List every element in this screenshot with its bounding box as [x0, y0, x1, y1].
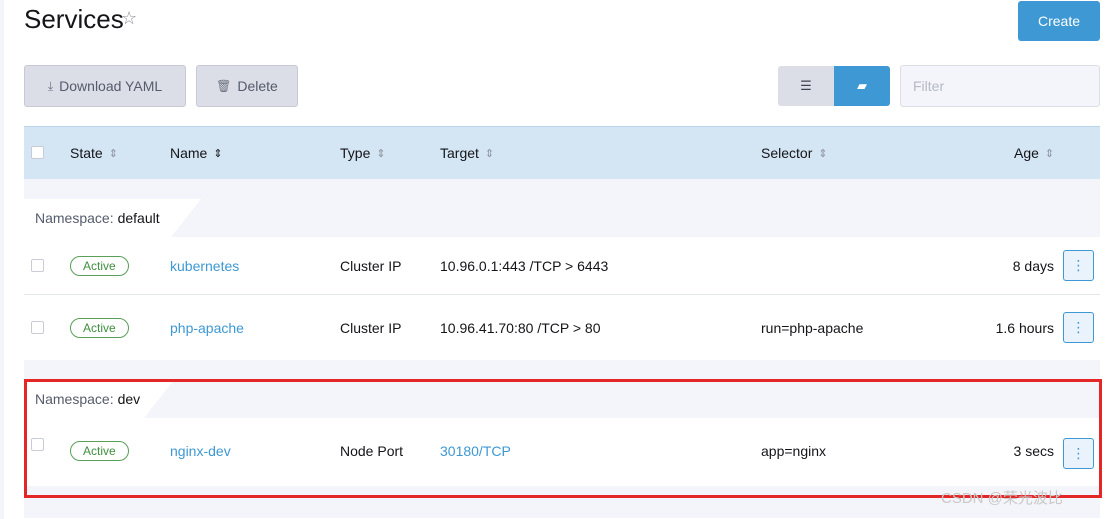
- service-selector: run=php-apache: [761, 320, 864, 336]
- status-badge: Active: [70, 441, 129, 461]
- service-name-link[interactable]: php-apache: [170, 295, 244, 361]
- download-yaml-label: Download YAML: [59, 78, 163, 94]
- download-icon: ⤓: [47, 78, 54, 93]
- trash-icon: 🗑: [216, 79, 232, 93]
- service-target: 10.96.41.70:80 /TCP > 80: [440, 320, 601, 336]
- table-header: State ⇕ Name ⇕ Type ⇕ Target ⇕ Selector …: [24, 126, 1100, 179]
- table-row: Active nginx-dev Node Port 30180/TCP app…: [24, 418, 1100, 486]
- column-header-type[interactable]: Type ⇕: [340, 145, 386, 161]
- page-title: Services: [24, 4, 124, 34]
- namespace-group-default: Namespace: default: [24, 199, 201, 237]
- service-name-link[interactable]: nginx-dev: [170, 418, 231, 486]
- kebab-menu-icon: ⋮: [1071, 319, 1086, 335]
- list-icon: ☰: [800, 78, 812, 93]
- status-badge: Active: [70, 255, 129, 276]
- download-yaml-button[interactable]: ⤓ Download YAML: [24, 65, 186, 107]
- row-checkbox[interactable]: [31, 259, 44, 272]
- row-actions-button[interactable]: ⋮: [1063, 438, 1094, 469]
- column-header-selector[interactable]: Selector ⇕: [761, 145, 828, 161]
- star-outline-icon[interactable]: ☆: [121, 8, 137, 29]
- sort-icon: ⇕: [484, 147, 495, 160]
- column-header-name[interactable]: Name ⇕: [170, 145, 223, 161]
- row-checkbox[interactable]: [31, 321, 44, 334]
- service-target-link[interactable]: 30180/TCP: [440, 418, 511, 486]
- service-type: Cluster IP: [340, 320, 402, 336]
- service-age: 8 days: [1012, 257, 1054, 274]
- column-header-target[interactable]: Target ⇕: [440, 145, 494, 161]
- create-button[interactable]: Create: [1018, 1, 1100, 41]
- kebab-menu-icon: ⋮: [1071, 257, 1086, 273]
- service-age: 3 secs: [1013, 443, 1054, 459]
- service-selector: app=nginx: [761, 443, 827, 459]
- sort-icon: ⇕: [818, 147, 828, 160]
- row-actions-button[interactable]: ⋮: [1063, 250, 1094, 281]
- delete-button[interactable]: 🗑 Delete: [196, 65, 298, 107]
- select-all-checkbox[interactable]: [31, 146, 44, 159]
- kebab-menu-icon: ⋮: [1071, 445, 1086, 461]
- sort-icon: ⇕: [108, 147, 118, 160]
- delete-label: Delete: [237, 78, 278, 94]
- column-header-state[interactable]: State ⇕: [70, 145, 118, 161]
- watermark: CSDN @荣光波比: [941, 490, 1063, 507]
- status-badge: Active: [70, 318, 129, 338]
- filter-input[interactable]: [900, 65, 1100, 107]
- sort-icon: ⇕: [213, 147, 223, 160]
- service-type: Node Port: [340, 443, 404, 459]
- row-actions-button[interactable]: ⋮: [1063, 312, 1094, 343]
- left-border: [0, 0, 4, 519]
- sort-icon: ⇕: [376, 147, 386, 160]
- table-row: Active kubernetes Cluster IP 10.96.0.1:4…: [24, 237, 1100, 294]
- sort-icon: ⇕: [1044, 147, 1055, 160]
- service-name-link[interactable]: kubernetes: [170, 237, 239, 294]
- table-row: Active php-apache Cluster IP 10.96.41.70…: [24, 294, 1100, 360]
- service-age: 1.6 hours: [995, 320, 1054, 336]
- folder-icon: ▰: [857, 78, 867, 93]
- group-view-button[interactable]: ▰: [834, 66, 890, 106]
- services-table: State ⇕ Name ⇕ Type ⇕ Target ⇕ Selector …: [24, 126, 1100, 518]
- namespace-group-dev: Namespace: dev: [24, 380, 174, 418]
- service-target: 10.96.0.1:443 /TCP > 6443: [440, 257, 609, 274]
- list-view-button[interactable]: ☰: [778, 66, 834, 106]
- view-toggle: ☰ ▰: [778, 66, 890, 106]
- column-header-age[interactable]: Age ⇕: [1014, 145, 1054, 161]
- row-checkbox[interactable]: [31, 438, 44, 451]
- service-type: Cluster IP: [340, 257, 402, 274]
